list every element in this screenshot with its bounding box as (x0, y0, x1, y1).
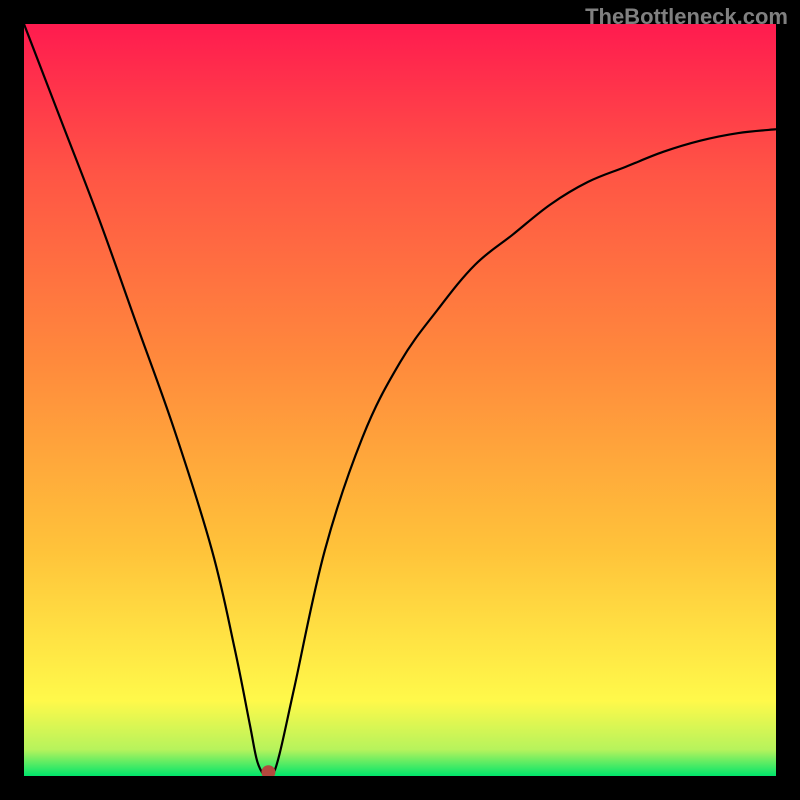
gradient-background (24, 24, 776, 776)
plot-svg (24, 24, 776, 776)
chart-frame: TheBottleneck.com (0, 0, 800, 800)
plot-area (24, 24, 776, 776)
watermark-text: TheBottleneck.com (585, 4, 788, 30)
